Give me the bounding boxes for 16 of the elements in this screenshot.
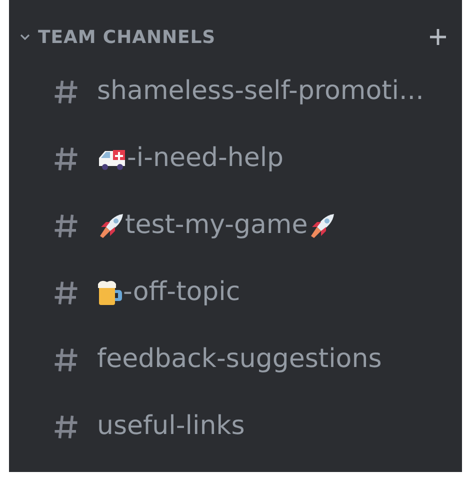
channel-item[interactable]: useful-links xyxy=(9,393,462,460)
channel-item[interactable]: -off-topic xyxy=(9,259,462,326)
channel-item[interactable]: shameless-self-promoti... xyxy=(9,58,462,125)
channel-name: -i-need-help xyxy=(127,142,284,175)
channel-name: shameless-self-promoti... xyxy=(97,75,424,108)
beer-mug-icon xyxy=(97,278,123,306)
channel-item[interactable]: test-my-game xyxy=(9,192,462,259)
channel-item[interactable]: feedback-suggestions xyxy=(9,326,462,393)
channel-name: useful-links xyxy=(97,410,245,443)
category-title[interactable]: TEAM CHANNELS xyxy=(38,24,216,50)
channel-name: -off-topic xyxy=(123,276,240,309)
channel-name: feedback-suggestions xyxy=(97,343,382,376)
channel-item[interactable]: -i-need-help xyxy=(9,125,462,192)
rocket-icon xyxy=(97,212,125,240)
add-icon[interactable] xyxy=(428,27,448,47)
channel-name: test-my-game xyxy=(125,209,308,242)
